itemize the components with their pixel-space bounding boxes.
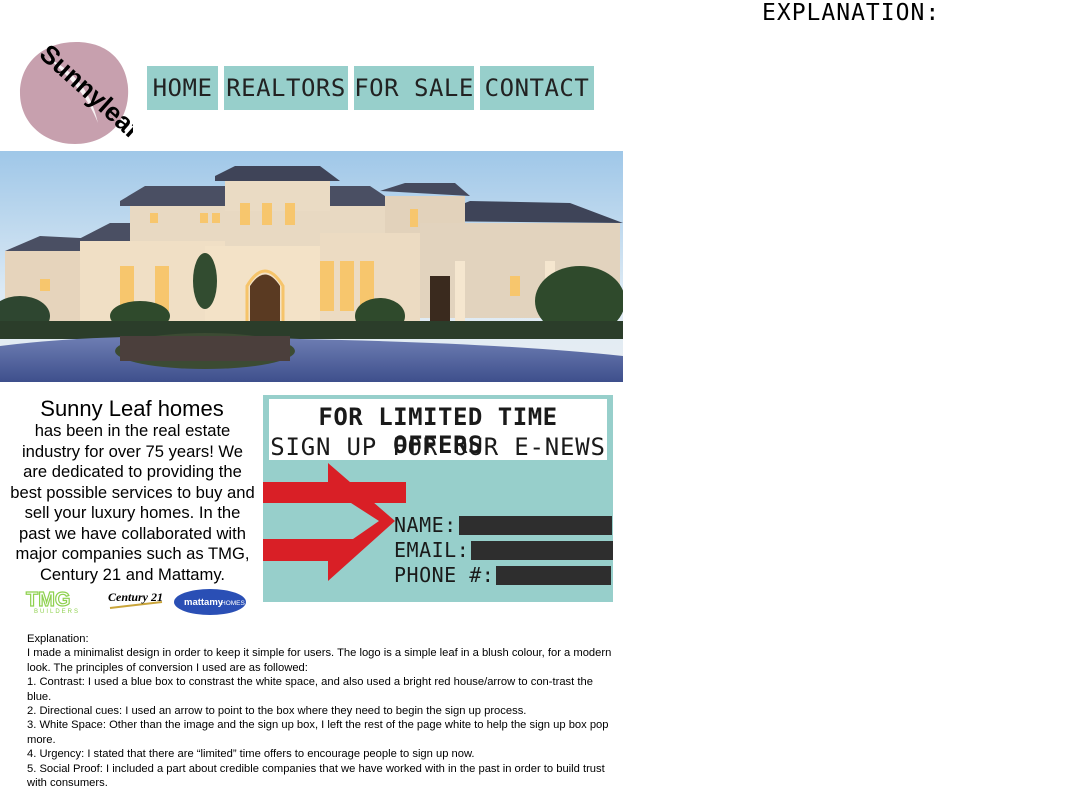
partner-logos: TMG BUILDERS Century 21 mattamy HOMES — [25, 588, 246, 615]
svg-text:HOMES: HOMES — [221, 600, 246, 607]
nav-home-button[interactable]: HOME — [147, 66, 218, 110]
sunnyleaf-logo[interactable]: Sunnyleaf — [18, 38, 133, 146]
hero-house-image — [0, 151, 623, 382]
nav-for-sale-button[interactable]: FOR SALE — [354, 66, 474, 110]
email-field-row: EMAIL: — [394, 538, 614, 562]
explanation-line: 1. Contrast: I used a blue box to constr… — [27, 676, 593, 703]
signup-box: FOR LIMITED TIME OFFERS SIGN UP FOR OUR … — [263, 395, 614, 602]
explanation-text: Explanation: I made a minimalist design … — [27, 632, 612, 790]
svg-text:Century 21: Century 21 — [108, 590, 163, 604]
red-arrow-icon — [263, 463, 406, 581]
explanation-line: 5. Social Proof: I included a part about… — [27, 762, 605, 790]
email-label: EMAIL: — [394, 538, 470, 562]
about-title: Sunny Leaf homes — [40, 396, 224, 421]
explanation-line: I made a minimalist design in order to k… — [27, 647, 612, 674]
explanation-line: 4. Urgency: I stated that there are “lim… — [27, 748, 475, 761]
nav-contact-button[interactable]: CONTACT — [480, 66, 594, 110]
about-body: has been in the real estate industry for… — [10, 421, 255, 584]
email-input[interactable] — [471, 540, 614, 560]
nav-realtors-button[interactable]: REALTORS — [224, 66, 348, 110]
explanation-heading: EXPLANATION: — [762, 0, 941, 26]
name-field-row: NAME: — [394, 513, 612, 537]
svg-text:TMG: TMG — [26, 589, 70, 611]
svg-text:mattamy: mattamy — [184, 597, 224, 608]
phone-field-row: PHONE #: — [394, 563, 612, 587]
century-21-logo: Century 21 — [108, 590, 163, 609]
enews-heading: SIGN UP FOR OUR E-NEWS — [270, 433, 606, 461]
tmg-logo: TMG BUILDERS — [25, 588, 80, 615]
mattamy-logo: mattamy HOMES — [174, 589, 246, 615]
phone-label: PHONE #: — [394, 563, 495, 587]
phone-input[interactable] — [496, 565, 612, 585]
name-label: NAME: — [394, 513, 457, 537]
signup-header: FOR LIMITED TIME OFFERS SIGN UP FOR OUR … — [269, 399, 607, 461]
explanation-line: Explanation: — [27, 633, 89, 645]
svg-text:BUILDERS: BUILDERS — [34, 609, 80, 615]
name-input[interactable] — [458, 515, 612, 535]
explanation-line: 2. Directional cues: I used an arrow to … — [27, 705, 527, 718]
explanation-line: 3. White Space: Other than the image and… — [27, 719, 609, 746]
